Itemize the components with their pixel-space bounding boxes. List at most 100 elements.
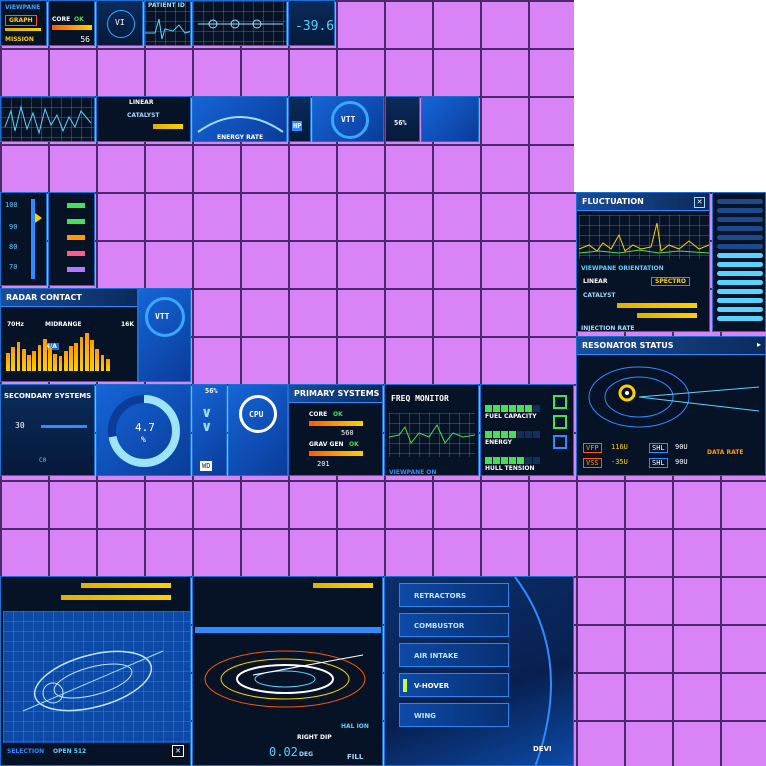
- segment: [501, 405, 508, 412]
- gauge-tick-80: 80: [9, 243, 18, 251]
- radar-title: RADAR CONTACT: [1, 289, 137, 307]
- devi-logo: DEVI: [533, 745, 552, 753]
- energy-label: ENERGY: [485, 439, 512, 446]
- fluct-rate-bar: [637, 313, 697, 318]
- level-stack: [712, 192, 766, 332]
- close-icon[interactable]: ✕: [172, 745, 184, 757]
- transparent-area: [574, 0, 766, 192]
- radar-bar: [48, 347, 52, 371]
- gauge-tick-70: 70: [9, 263, 18, 271]
- secondary-title: SECONDARY SYSTEMS: [4, 392, 92, 400]
- temp-readout: -39.6: [295, 19, 335, 34]
- channel-level: [67, 251, 85, 256]
- level-stack-bar: [717, 262, 763, 267]
- channel-level: [67, 267, 85, 272]
- radar-contact-panel: RADAR CONTACT 70Hz MIDRANGE 16K N/A: [0, 288, 138, 382]
- spectro-button[interactable]: SPECTRO: [651, 277, 691, 286]
- linear-panel: LINEAR CATALYST: [96, 96, 191, 142]
- energy-rate-panel: ENERGY RATE: [192, 96, 287, 142]
- resonator-status-panel: RESONATOR STATUS ▸ VFP 116U SHL 90U VSS …: [576, 336, 766, 476]
- system-menu-panel: RETRACTORS COMBUSTOR AIR INTAKE V-HOVER …: [384, 576, 574, 766]
- stack-footer: WD: [200, 461, 213, 471]
- capacity-panel: FUEL CAPACITY ENERGY HULL TENSION: [480, 384, 574, 476]
- resonator-title: RESONATOR STATUS: [577, 337, 765, 355]
- viewpane-label: VIEWPANE: [5, 4, 41, 11]
- shl-readout-value: 90U: [675, 443, 688, 451]
- radar-freq-high: 16K: [121, 321, 134, 328]
- primary-grav-value: 201: [317, 460, 330, 468]
- radar-bar: [63, 351, 68, 371]
- blueprint-schematic: [22, 650, 164, 712]
- menu-arc: [514, 577, 552, 765]
- graph-button[interactable]: GRAPH: [5, 15, 37, 26]
- capacity-toggle[interactable]: [553, 415, 567, 429]
- fluct-catalyst-bar: [617, 303, 697, 308]
- resonator-side-note: DATA RATE: [707, 449, 744, 456]
- primary-systems-panel: PRIMARY SYSTEMS CORE OK 560 GRAV GEN OK …: [288, 384, 383, 476]
- segment: [517, 457, 524, 464]
- level-stack-bar: [717, 235, 763, 240]
- gauge-pointer-icon[interactable]: [35, 213, 42, 223]
- dial-value: 4.7: [135, 421, 155, 434]
- orbit-view: [204, 650, 366, 708]
- radar-bar: [6, 353, 10, 371]
- gauge-tick-100: 100: [5, 201, 18, 209]
- right-dip-value: 0.02: [269, 745, 298, 759]
- radar-vtt-label: VTT: [155, 312, 170, 321]
- fuel-label: FUEL CAPACITY: [485, 413, 537, 420]
- vtt-panel: VTT: [312, 96, 384, 142]
- radar-bar: [16, 342, 21, 371]
- fill-button[interactable]: FILL: [347, 753, 363, 761]
- level-stack-bar: [717, 316, 763, 321]
- patient-id-label: PATIENT ID: [148, 2, 185, 9]
- core-panel: CORE OK 56: [48, 0, 95, 46]
- stack-panel: 56% ∨ ∨ WD: [192, 384, 227, 476]
- radar-bar: [42, 339, 47, 371]
- scope-panel: [192, 0, 287, 46]
- close-icon[interactable]: ✕: [694, 197, 705, 208]
- percent-label: 56%: [394, 119, 407, 127]
- freq-monitor-panel: FREQ MONITOR VIEWPANE ON: [384, 384, 479, 476]
- viewpane-orientation-label: VIEWPANE ORIENTATION: [581, 265, 664, 272]
- level-stack-bar: [717, 244, 763, 249]
- mission-label: MISSION: [5, 36, 34, 43]
- right-dip-unit: DEG: [299, 751, 314, 758]
- capacity-toggle[interactable]: [553, 435, 567, 449]
- primary-grav-bar: [309, 451, 363, 456]
- cpu-label: CPU: [249, 410, 264, 419]
- capacity-toggle[interactable]: [553, 395, 567, 409]
- resonator-schematic: [588, 366, 760, 428]
- secondary-sub: C0: [39, 457, 47, 464]
- level-stack-bar: [717, 217, 763, 222]
- orbit-divider: [195, 627, 381, 633]
- chevron-right-icon[interactable]: ▸: [757, 340, 761, 349]
- radar-bar: [37, 345, 42, 371]
- blueprint-panel: SELECTION OPEN 512 ✕: [0, 576, 191, 766]
- spectrum-panel: [0, 96, 95, 142]
- vss-readout-label: VSS: [583, 458, 602, 468]
- radar-bar: [32, 351, 36, 371]
- radar-bar: [21, 349, 26, 371]
- secondary-systems-panel: SECONDARY SYSTEMS 30 C0: [0, 384, 95, 476]
- secondary-value: 30: [15, 421, 25, 430]
- level-stack-bar: [717, 253, 763, 258]
- energy-bar: [485, 431, 545, 438]
- freq-title: FREQ MONITOR: [391, 394, 449, 403]
- level-stack-bar: [717, 280, 763, 285]
- shl-readout-label-2: SHL: [649, 458, 668, 468]
- segment: [525, 405, 532, 412]
- segment: [509, 405, 516, 412]
- level-stack-bar: [717, 271, 763, 276]
- channel-level: [67, 219, 85, 224]
- level-gauge: 100 90 80 70: [0, 192, 47, 286]
- segment: [501, 457, 508, 464]
- right-dip-label: RIGHT DIP: [297, 734, 332, 741]
- core-label: CORE: [52, 16, 71, 23]
- hp-panel: HP: [288, 96, 311, 142]
- catalyst-bar: [153, 124, 183, 129]
- level-stack-bar: [717, 298, 763, 303]
- secondary-slider[interactable]: [41, 425, 87, 428]
- segment: [517, 431, 524, 438]
- linear-label: LINEAR: [129, 99, 154, 106]
- blueprint-view: [3, 611, 190, 743]
